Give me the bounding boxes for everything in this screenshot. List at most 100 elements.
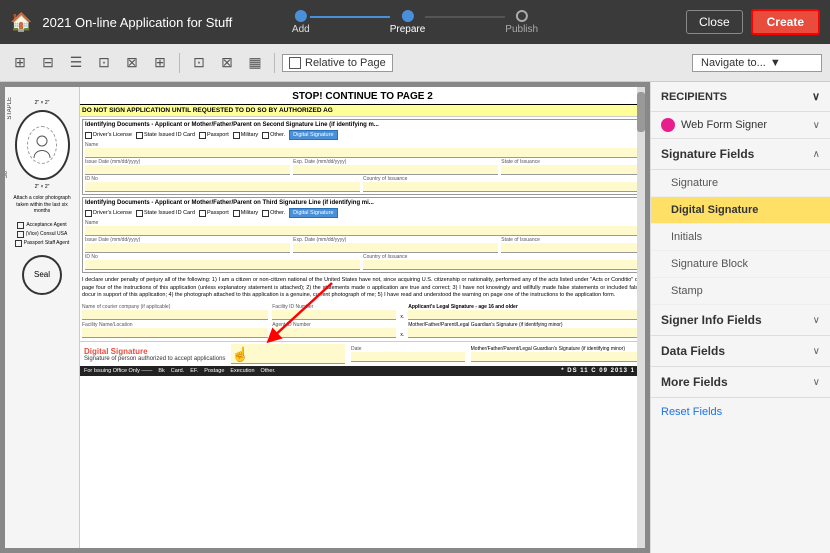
signature-fields-chevron: ∧ [813, 149, 820, 160]
signer-info-chevron: ∨ [813, 315, 820, 326]
relative-to-page-checkbox[interactable]: Relative to Page [282, 54, 393, 72]
top-actions: Close Create [686, 9, 820, 35]
step-add[interactable]: Add [292, 10, 310, 35]
main-area: STAPLE 2" × 2" FROM 1" TO 1 3/8" [0, 82, 830, 553]
dim-1: 2" × 2" [35, 100, 50, 106]
id-option-state: State Issued ID Card [136, 132, 195, 139]
field-item-stamp[interactable]: Stamp [651, 278, 830, 305]
recipient-chevron: ∨ [813, 120, 820, 131]
toolbar-separator-1 [179, 53, 180, 73]
name-row-1: Name [85, 142, 638, 158]
staple-left-label: STAPLE [7, 97, 13, 120]
id-row-2: ID No Country of Issuance [85, 254, 638, 270]
id-option-dl: Driver's License [85, 132, 132, 139]
field-item-signature-block[interactable]: Signature Block [651, 251, 830, 278]
footer-execution: Execution [230, 368, 254, 374]
toolbar-icon-7[interactable]: ⊡ [187, 51, 211, 75]
data-fields-section-header[interactable]: Data Fields ∨ [651, 336, 830, 367]
digital-sig-badge-1: Digital Signature [289, 130, 337, 140]
toolbar-icon-5[interactable]: ⊠ [120, 51, 144, 75]
footer-card: Card. [171, 368, 184, 374]
step-publish[interactable]: Publish [505, 10, 538, 35]
passport-staff-row: Passport Staff Agent [15, 240, 70, 247]
dim-2: 2" × 2" [35, 184, 50, 190]
vice-consul-row: (Vice) Consul USA [17, 231, 68, 238]
toolbar-icon-9[interactable]: ▦ [243, 51, 267, 75]
signature-fields-section-header[interactable]: Signature Fields ∧ [651, 139, 830, 170]
doc-title: STOP! CONTINUE TO PAGE 2 [80, 87, 645, 105]
recipient-color-dot [661, 118, 675, 132]
navigate-label: Navigate to... [701, 57, 766, 69]
name-row-2: Name [85, 220, 638, 236]
toolbar-icon-8[interactable]: ⊠ [215, 51, 239, 75]
dig-sig-label-area: Digital Signature Signature of person au… [84, 347, 225, 362]
data-fields-chevron: ∨ [813, 346, 820, 357]
id-section2-header: Identifying Documents - Applicant or Mot… [85, 200, 638, 206]
toolbar-icon-4[interactable]: ⊡ [92, 51, 116, 75]
digital-sig-area-bottom: Digital Signature Signature of person au… [80, 341, 645, 366]
seal-label: Seal [34, 270, 50, 279]
top-bar: 🏠 2021 On-line Application for Stuff Add… [0, 0, 830, 44]
more-fields-title: More Fields [661, 375, 728, 389]
footer-barcode: * DS 11 C 09 2013 1 * [561, 368, 641, 374]
navigate-dropdown-inner[interactable]: Navigate to... ▼ [692, 54, 822, 72]
close-button[interactable]: Close [686, 10, 743, 34]
id-option-military: Military [233, 132, 258, 139]
vice-consul-checkbox [17, 231, 24, 238]
field-item-signature[interactable]: Signature [651, 170, 830, 197]
navigate-dropdown[interactable]: Navigate to... ▼ [692, 54, 822, 72]
id-options-row-2: Driver's License State Issued ID Card Pa… [85, 208, 638, 218]
field-item-initials[interactable]: Initials [651, 224, 830, 251]
more-fields-chevron: ∨ [813, 377, 820, 388]
footer-bar: For Issuing Office Only —— Bk Card. EF. … [80, 366, 645, 376]
signer-info-section-header[interactable]: Signer Info Fields ∨ [651, 305, 830, 336]
recipients-chevron: ∨ [812, 90, 820, 103]
toolbar-icon-3[interactable]: ☰ [64, 51, 88, 75]
more-fields-section-header[interactable]: More Fields ∨ [651, 367, 830, 398]
id-section1-header: Identifying Documents - Applicant or Mot… [85, 122, 638, 128]
right-sidebar: RECIPIENTS ∨ Web Form Signer ∨ Signature… [650, 82, 830, 553]
toolbar-icon-2[interactable]: ⊟ [36, 51, 60, 75]
recipients-label: RECIPIENTS [661, 91, 727, 103]
step-prepare-circle [401, 10, 413, 22]
id-option-passport: Passport [199, 132, 229, 139]
passport-staff-checkbox [15, 240, 22, 247]
step-line-2 [425, 16, 505, 18]
accept-label: Acceptance Agent [26, 222, 66, 228]
id-docs-section-1: Identifying Documents - Applicant or Mot… [82, 119, 641, 195]
footer-bk: Bk [158, 368, 164, 374]
signature-fields-list: Signature Digital Signature Initials Sig… [651, 170, 830, 305]
toolbar: ⊞ ⊟ ☰ ⊡ ⊠ ⊞ ⊡ ⊠ ▦ Relative to Page Navig… [0, 44, 830, 82]
field-item-digital-signature[interactable]: Digital Signature [651, 197, 830, 224]
id-row-1: ID No Country of Issuance [85, 176, 638, 192]
step-prepare[interactable]: Prepare [390, 10, 426, 35]
accept-checkbox [17, 222, 24, 229]
dim-from-label: FROM 1" TO 1 3/8" [5, 145, 9, 178]
dates-row-2: Issue Date (mm/dd/yyyy) Exp. Date (mm/dd… [85, 237, 638, 253]
oval-photo-area: FROM 1" TO 1 3/8" [15, 110, 70, 180]
relative-checkbox-label: Relative to Page [305, 57, 386, 69]
home-icon[interactable]: 🏠 [10, 12, 32, 33]
photo-caption: Attach a color photograph taken within t… [7, 193, 77, 217]
step-prepare-label: Prepare [390, 24, 426, 35]
document-area: STAPLE 2" × 2" FROM 1" TO 1 3/8" [0, 82, 650, 553]
relative-checkbox-box [289, 57, 301, 69]
signature-fields-title: Signature Fields [661, 147, 754, 161]
step-line-1 [310, 16, 390, 18]
recipient-name: Web Form Signer [681, 119, 807, 131]
signer-info-title: Signer Info Fields [661, 313, 762, 327]
reset-fields-link[interactable]: Reset Fields [651, 398, 830, 426]
step-publish-circle [516, 10, 528, 22]
footer-postage: Postage [204, 368, 224, 374]
toolbar-icon-1[interactable]: ⊞ [8, 51, 32, 75]
step-add-circle [295, 10, 307, 22]
acceptance-agent-row: Acceptance Agent [17, 222, 66, 229]
passport-staff-label: Passport Staff Agent [24, 240, 70, 246]
toolbar-icon-6[interactable]: ⊞ [148, 51, 172, 75]
doc-subtitle: DO NOT SIGN APPLICATION UNTIL REQUESTED … [80, 105, 645, 117]
digital-sig-sublabel: Signature of person authorized to accept… [84, 356, 225, 362]
vice-consul-label: (Vice) Consul USA [26, 231, 68, 237]
create-button[interactable]: Create [751, 9, 820, 35]
recipient-row[interactable]: Web Form Signer ∨ [651, 112, 830, 139]
toolbar-separator-2 [274, 53, 275, 73]
